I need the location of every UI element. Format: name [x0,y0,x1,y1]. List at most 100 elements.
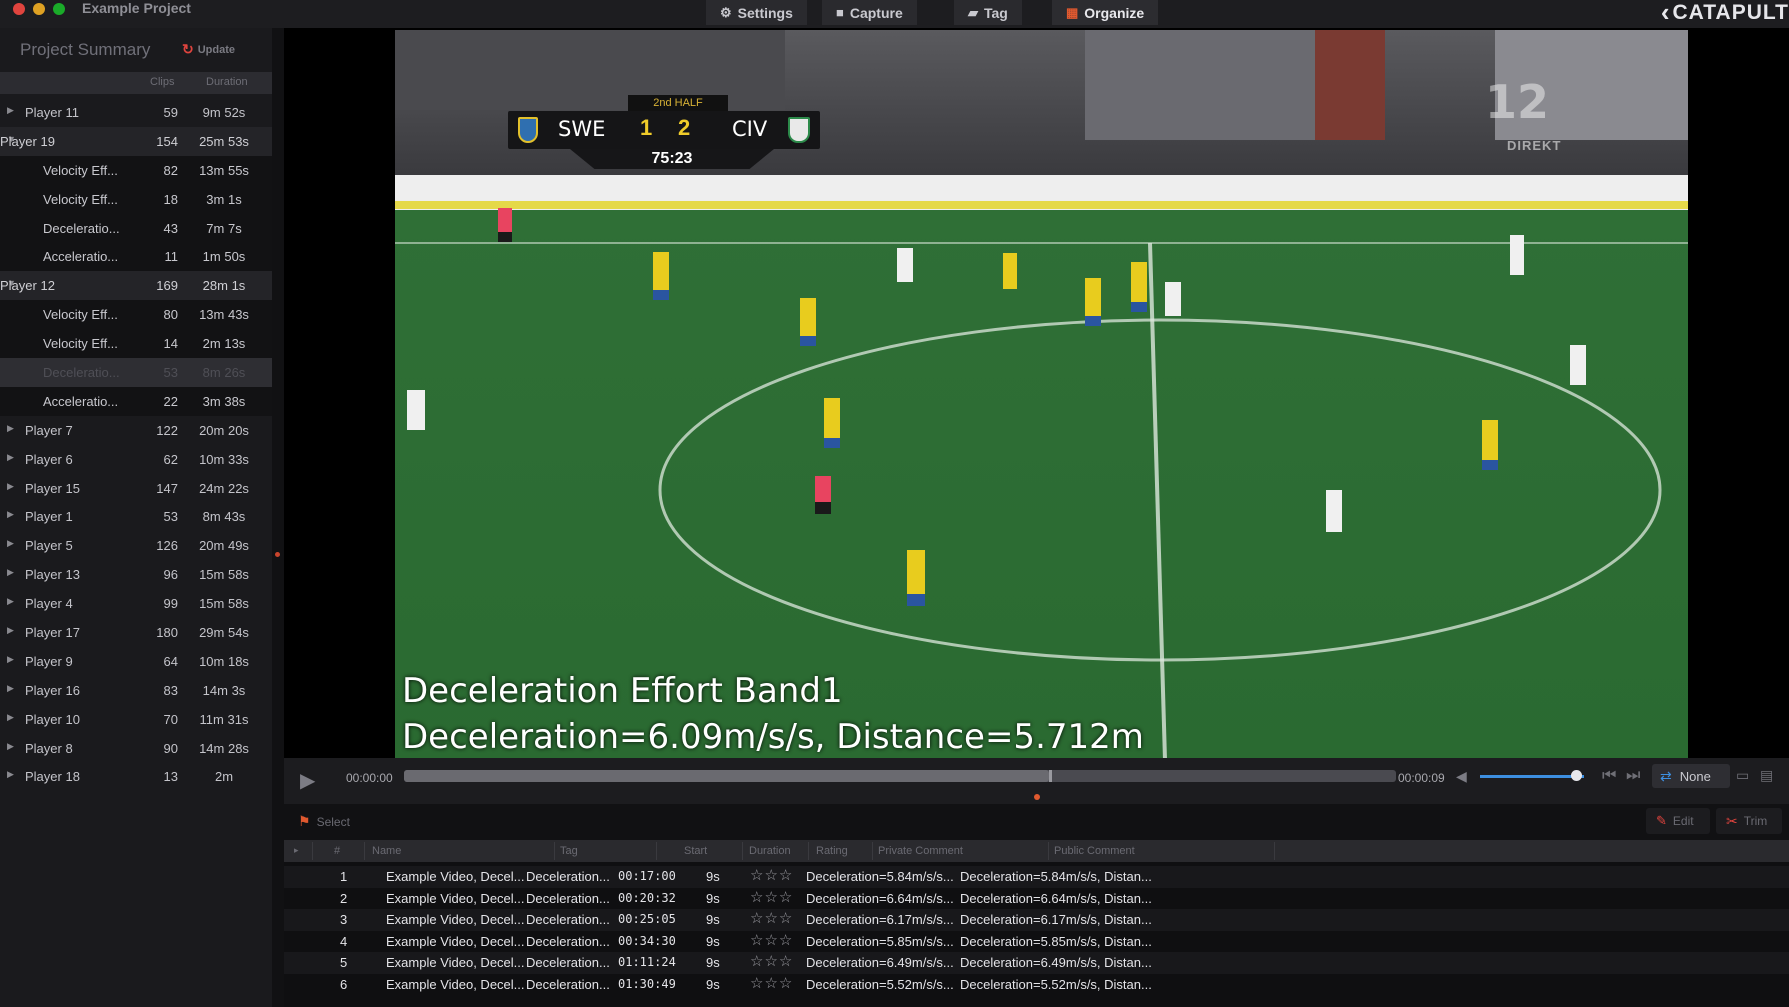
panel-divider[interactable] [272,28,284,1007]
header-number[interactable]: # [334,845,340,857]
row-clips: 11 [164,249,179,265]
clip-public-comment: Deceleration=5.85m/s/s, Distan... [960,933,1152,949]
summary-tag-row[interactable]: Velocity Eff... 82 13m 55s [0,155,272,185]
summary-tag-row[interactable]: Velocity Eff... 14 2m 13s [0,329,272,359]
summary-player-row[interactable]: ▶ Player 15 147 24m 22s [0,473,272,503]
sort-arrow-icon[interactable]: ▸ [294,845,299,856]
volume-slider[interactable] [1480,775,1584,778]
table-row[interactable]: 3 Example Video, Decel... Deceleration... 0… [284,909,1789,931]
tab-settings[interactable]: ⚙ Settings [706,0,807,25]
header-duration[interactable]: Duration [749,845,791,857]
header-rating[interactable]: Rating [816,845,848,857]
clip-number: 4 [340,933,348,949]
column-duration[interactable]: Duration [206,76,248,88]
chevron-right-icon[interactable]: ▶ [7,509,14,520]
chevron-right-icon[interactable]: ▶ [7,423,14,434]
summary-tag-row[interactable]: Velocity Eff... 18 3m 1s [0,184,272,214]
select-button[interactable]: ⚑ Select [298,813,350,830]
chevron-right-icon[interactable]: ▶ [7,654,14,665]
summary-player-row[interactable]: ▶ Player 5 126 20m 49s [0,531,272,561]
summary-player-row[interactable]: ▼ Player 12 169 28m 1s [0,271,272,301]
clip-rating-stars[interactable]: ☆☆☆ [750,888,793,906]
close-window-button[interactable] [13,3,25,15]
clip-name: Example Video, Decel... [386,955,525,970]
header-name[interactable]: Name [372,845,401,857]
header-start[interactable]: Start [684,845,707,857]
row-duration: 10m 18s [199,653,249,669]
trim-button[interactable]: ✂ Trim [1716,808,1782,834]
chevron-right-icon[interactable]: ▶ [7,538,14,549]
update-button[interactable]: ↻ Update [182,41,235,58]
zoom-window-button[interactable] [53,3,65,15]
tab-tag[interactable]: ▰ Tag [954,0,1022,25]
chevron-right-icon[interactable]: ▶ [7,712,14,723]
clip-rating-stars[interactable]: ☆☆☆ [750,974,793,992]
timeline-marker [1034,794,1040,800]
clip-rating-stars[interactable]: ☆☆☆ [750,909,793,927]
table-row[interactable]: 2 Example Video, Decel... Deceleration... 0… [284,888,1789,910]
header-private-comment[interactable]: Private Comment [878,845,963,857]
edit-button[interactable]: ✎ Edit [1646,808,1710,834]
chevron-right-icon[interactable]: ▶ [7,452,14,463]
chevron-right-icon[interactable]: ▶ [7,596,14,607]
summary-tag-row[interactable]: Acceleratio... 22 3m 38s [0,386,272,416]
summary-player-row[interactable]: ▶ Player 7 122 20m 20s [0,415,272,445]
volume-knob[interactable] [1570,770,1582,781]
volume-icon[interactable]: ◀ [1456,768,1467,785]
chevron-right-icon[interactable]: ▶ [7,481,14,492]
clip-tag: Deceleration... [526,869,610,884]
previous-clip-icon[interactable]: ⏮ [1602,767,1616,785]
chevron-right-icon[interactable]: ▶ [7,769,14,780]
summary-player-row[interactable]: ▶ Player 17 180 29m 54s [0,618,272,647]
summary-player-row[interactable]: ▶ Player 13 96 15m 58s [0,560,272,590]
summary-tag-row[interactable]: Deceleratio... 43 7m 7s [0,213,272,243]
table-row[interactable]: 4 Example Video, Decel... Deceleration... 0… [284,931,1789,953]
summary-player-row[interactable]: ▼ Player 19 154 25m 53s [0,126,272,156]
summary-tag-row[interactable]: Acceleratio... 11 1m 50s [0,242,272,272]
row-clips: 122 [156,422,178,438]
summary-player-row[interactable]: ▶ Player 6 62 10m 33s [0,444,272,474]
tab-capture[interactable]: ■ Capture [822,0,917,25]
clip-duration: 9s [706,890,720,906]
summary-player-row[interactable]: ▶ Player 1 53 8m 43s [0,502,272,532]
summary-tag-row[interactable]: Velocity Eff... 80 13m 43s [0,300,272,330]
summary-player-row[interactable]: ▶ Player 11 59 9m 52s [0,98,272,127]
scrub-bar[interactable] [404,770,1396,782]
table-row[interactable]: 1 Example Video, Decel... Deceleration... 0… [284,866,1789,888]
header-tag[interactable]: Tag [560,845,578,857]
chevron-right-icon[interactable]: ▶ [7,683,14,694]
row-name: Player 6 [25,451,73,467]
next-clip-icon[interactable]: ⏭ [1626,767,1640,785]
layout-icon[interactable]: ▤ [1760,767,1773,784]
summary-player-row[interactable]: ▶ Player 8 90 14m 28s [0,733,272,763]
clip-tag: Deceleration... [526,976,610,992]
row-clips: 64 [163,653,178,669]
table-row[interactable]: 5 Example Video, Decel... Deceleration... 0… [284,952,1789,974]
summary-player-row[interactable]: ▶ Player 10 70 11m 31s [0,704,272,734]
select-label: Select [316,814,350,829]
video-frame[interactable]: 2nd HALF SWE 1 2 CIV 75:23 12 DIREKT [395,30,1688,760]
row-name: Deceleratio... [43,220,120,236]
summary-player-row[interactable]: ▶ Player 18 13 2m [0,762,272,792]
scrub-handle[interactable] [1048,770,1052,782]
table-row[interactable]: 6 Example Video, Decel... Deceleration... 0… [284,974,1789,996]
tab-organize[interactable]: ▦ Organize [1052,0,1159,25]
minimize-window-button[interactable] [33,3,45,15]
summary-player-row[interactable]: ▶ Player 16 83 14m 3s [0,675,272,705]
summary-column-header: Clips Duration [0,72,272,94]
play-button[interactable]: ▶ [300,768,315,793]
summary-player-row[interactable]: ▶ Player 9 64 10m 18s [0,646,272,676]
chevron-right-icon[interactable]: ▶ [7,741,14,752]
clip-rating-stars[interactable]: ☆☆☆ [750,931,793,949]
column-clips[interactable]: Clips [150,76,174,88]
chevron-right-icon[interactable]: ▶ [7,567,14,578]
clip-rating-stars[interactable]: ☆☆☆ [750,866,793,884]
chevron-right-icon[interactable]: ▶ [7,105,14,116]
chat-icon[interactable]: ▭ [1736,767,1749,784]
clip-rating-stars[interactable]: ☆☆☆ [750,952,793,970]
chevron-right-icon[interactable]: ▶ [7,625,14,636]
summary-player-row[interactable]: ▶ Player 4 99 15m 58s [0,589,272,619]
header-public-comment[interactable]: Public Comment [1054,845,1135,857]
loop-mode-button[interactable]: ⇄ None [1652,764,1730,788]
summary-tag-row[interactable]: Deceleratio... 53 8m 26s [0,358,272,387]
